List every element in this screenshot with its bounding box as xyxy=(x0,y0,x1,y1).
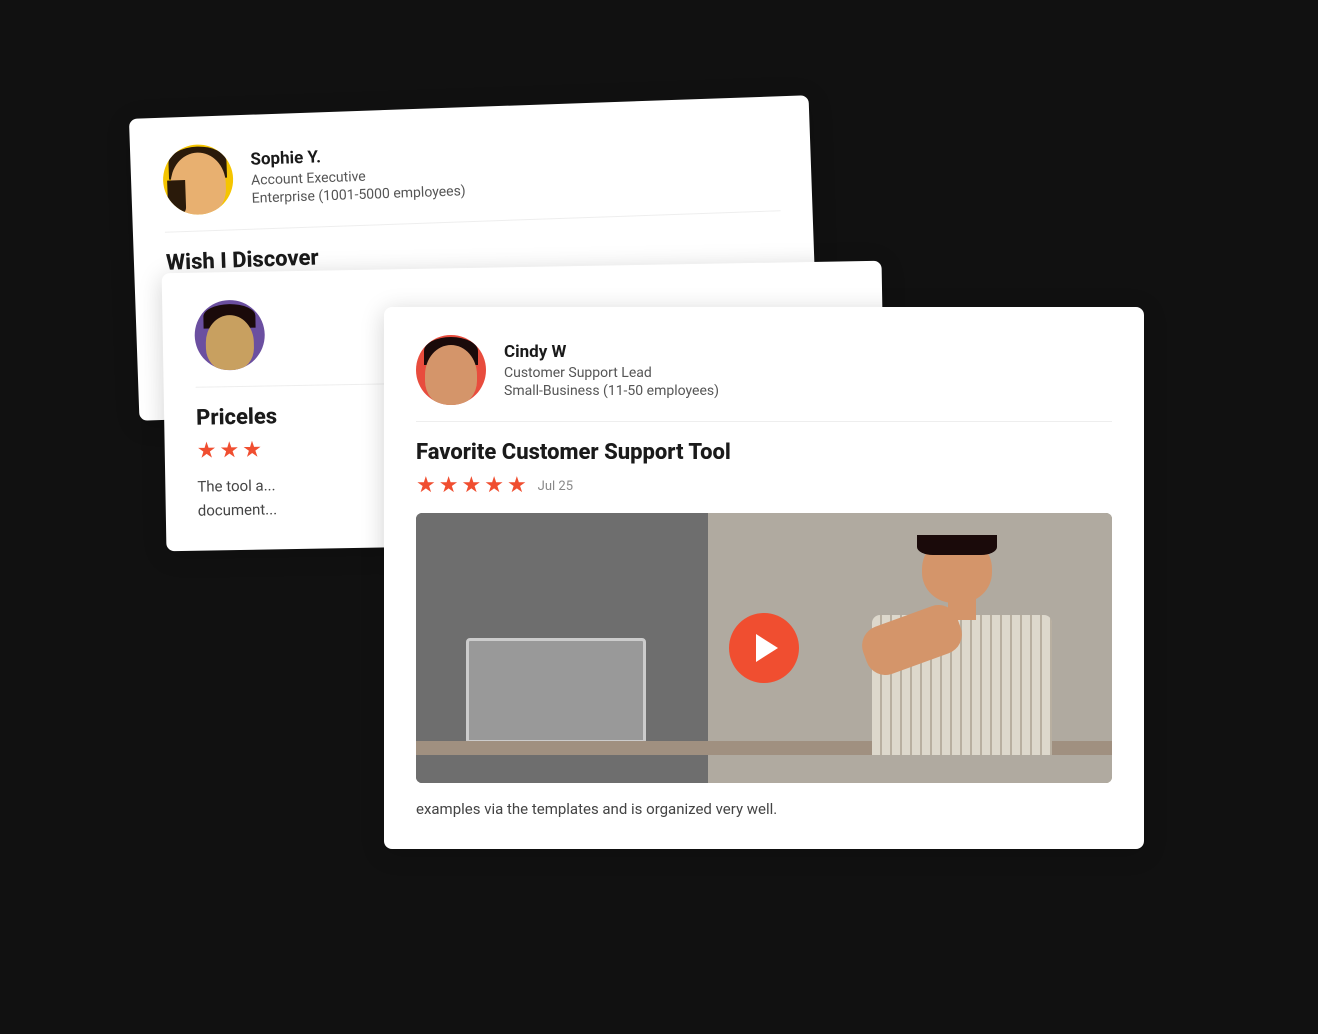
star-3-1: ★ xyxy=(416,475,436,497)
star-3-2: ★ xyxy=(439,475,459,497)
star-3-5: ★ xyxy=(507,475,527,497)
star-2-3: ★ xyxy=(242,440,262,462)
avatar-purple xyxy=(194,300,265,371)
review-title-3: Favorite Customer Support Tool xyxy=(416,440,1112,465)
reviewer-name-cindy: Cindy W xyxy=(504,342,719,362)
video-hair xyxy=(917,535,997,555)
review-text-3: examples via the templates and is organi… xyxy=(416,797,1112,821)
star-3-4: ★ xyxy=(484,475,504,497)
video-person-body xyxy=(852,535,1072,755)
reviewer-role-cindy: Customer Support Lead xyxy=(504,365,719,381)
review-date: Jul 25 xyxy=(538,479,573,494)
video-thumbnail[interactable] xyxy=(416,513,1112,783)
star-2-2: ★ xyxy=(219,440,239,462)
reviewer-info-cindy: Cindy W Customer Support Lead Small-Busi… xyxy=(504,342,719,399)
reviewer-info-sophie: Sophie Y. Account Executive Enterprise (… xyxy=(250,142,466,206)
review-title-2: Priceles xyxy=(196,402,396,430)
star-rating-3: ★ ★ ★ ★ ★ Jul 25 xyxy=(416,475,1112,497)
star-2-1: ★ xyxy=(197,440,217,462)
reviewer-row-cindy: Cindy W Customer Support Lead Small-Busi… xyxy=(416,335,1112,422)
purple-face xyxy=(205,315,254,371)
review-text-2-line1: The tool a... xyxy=(197,476,275,495)
star-3-3: ★ xyxy=(461,475,481,497)
hair-side-decoration xyxy=(167,180,186,216)
review-cards-scene: Sophie Y. Account Executive Enterprise (… xyxy=(134,107,1184,927)
review-text-2-line2: document... xyxy=(198,500,278,519)
review-card-3: Cindy W Customer Support Lead Small-Busi… xyxy=(384,307,1144,849)
cindy-face xyxy=(425,345,477,405)
avatar-sophie xyxy=(162,143,234,215)
video-laptop-screen xyxy=(466,638,646,743)
avatar-cindy xyxy=(416,335,486,405)
reviewer-company-cindy: Small-Business (11-50 employees) xyxy=(504,383,719,399)
play-button[interactable] xyxy=(729,613,799,683)
